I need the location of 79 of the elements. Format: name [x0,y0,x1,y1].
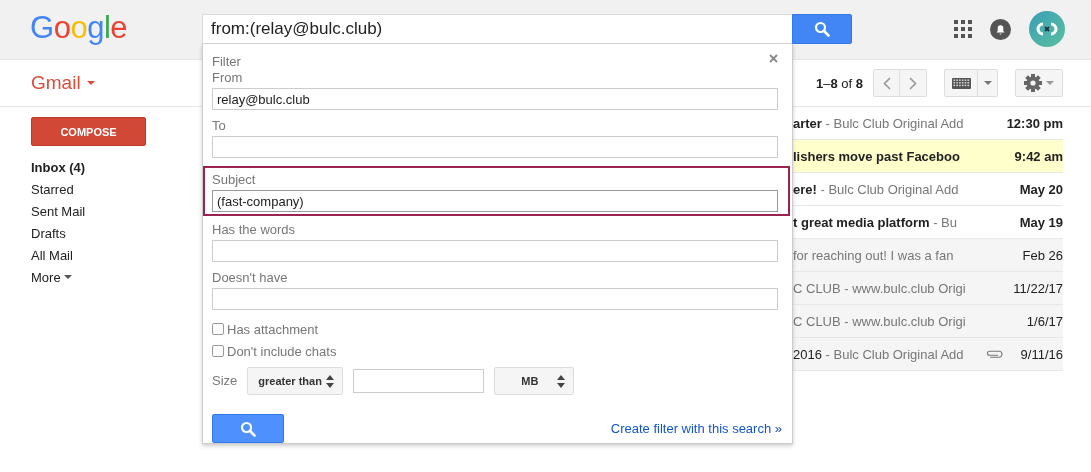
message-date: 12:30 pm [1006,115,1063,131]
gmail-menu[interactable]: Gmail [31,72,95,94]
message-date: May 19 [1019,214,1063,230]
text-field[interactable] [212,240,778,262]
message-row[interactable]: for reaching out! I was a fan Feb 26 [793,239,1063,272]
checkbox[interactable] [212,345,224,357]
field-label: Subject [212,172,257,188]
notifications-bell-icon[interactable] [990,18,1011,40]
input-tools-button[interactable] [944,69,978,97]
checkbox-label: Don't include chats [227,343,337,359]
message-snippet: - Bulc Club Original Add [825,115,964,131]
text-field[interactable] [212,136,778,158]
message-date: May 20 [1019,181,1063,197]
field-label: To [212,118,227,134]
message-snippet: - Bulc Club Original Add [825,346,964,362]
field-label: Doesn't have [212,270,289,286]
next-page-button[interactable] [900,69,927,97]
message-snippet: - Bulc Club Original Add [820,181,959,197]
message-date: 9:42 am [1014,148,1063,164]
settings-button[interactable] [1015,69,1063,97]
unit-select[interactable]: MB [494,367,575,395]
chevron-left-icon [882,76,891,90]
comparison-select[interactable]: greater than [247,367,344,395]
close-icon [769,54,778,63]
folder-link[interactable]: Starred [31,178,74,200]
settings-icon [1024,74,1042,92]
search-button[interactable] [212,414,284,443]
folder-link[interactable]: Sent Mail [31,200,86,222]
message-row[interactable]: lishers move past Faceboo 9:42 am [793,140,1063,173]
message-subject: ere! [793,181,817,197]
message-row[interactable]: C CLUB - www.bulc.club Origi 11/22/17 [793,272,1063,305]
compose-button[interactable]: COMPOSE [31,117,146,146]
search-button[interactable] [792,14,852,44]
checkbox[interactable] [212,323,224,335]
previous-page-button[interactable] [873,69,900,97]
avatar-icon[interactable] [1029,11,1065,47]
size-label: Size [212,373,238,389]
caret-icon [983,81,992,85]
message-subject: arter [793,115,822,131]
caret-icon [63,275,72,279]
message-snippet: C CLUB - www.bulc.club Origi [793,280,966,296]
folder-link[interactable]: Drafts [31,222,66,244]
message-snippet: for reaching out! I was a fan [793,247,954,263]
folder-link[interactable]: All Mail [31,244,73,266]
text-field[interactable]: (fast-company) [212,190,778,212]
field-label: Has the words [212,222,297,238]
close-button[interactable] [769,51,778,65]
message-date: 9/11/16 [1020,346,1063,362]
text-field[interactable] [212,288,778,310]
message-subject: lishers move past Faceboo [793,148,960,164]
create-filter-link[interactable]: Create filter with this search » [610,421,782,436]
message-snippet: C CLUB - www.bulc.club Origi [793,313,966,329]
message-row[interactable]: C CLUB - www.bulc.club Origi 1/6/17 [793,305,1063,338]
search-icon [240,420,256,437]
checkbox-label: Has attachment [227,321,319,337]
message-snippet: - Bu [933,214,957,230]
message-row[interactable]: 2016 - Bulc Club Original Add 9/11/16 [793,338,1063,371]
field-label: From [212,70,244,86]
message-date: 1/6/17 [1026,313,1063,329]
search-icon [814,21,830,37]
message-subject: 2016 [793,346,822,362]
caret-icon [1046,81,1054,85]
search-field[interactable]: from:(relay@bulc.club) [202,14,792,44]
message-date: 11/22/17 [1013,280,1063,296]
panel-title: Filter [212,54,241,70]
pagination-count: 1–8 of 8 [816,75,863,91]
up-down-arrows-icon [326,374,335,388]
folder-link[interactable]: More [31,266,72,288]
size-field[interactable] [353,369,485,393]
message-subject: t great media platform [793,214,930,230]
message-date: Feb 26 [1022,247,1063,263]
text-field[interactable]: relay@bulc.club [212,88,778,110]
chevron-right-icon [909,76,917,90]
apps-grid-icon[interactable] [954,20,972,38]
keyboard-icon [951,77,971,89]
caret-icon [86,81,95,85]
up-down-arrows-icon [557,374,566,388]
folder-link[interactable]: Inbox (4) [31,156,86,178]
dropdown-button[interactable] [978,69,998,97]
